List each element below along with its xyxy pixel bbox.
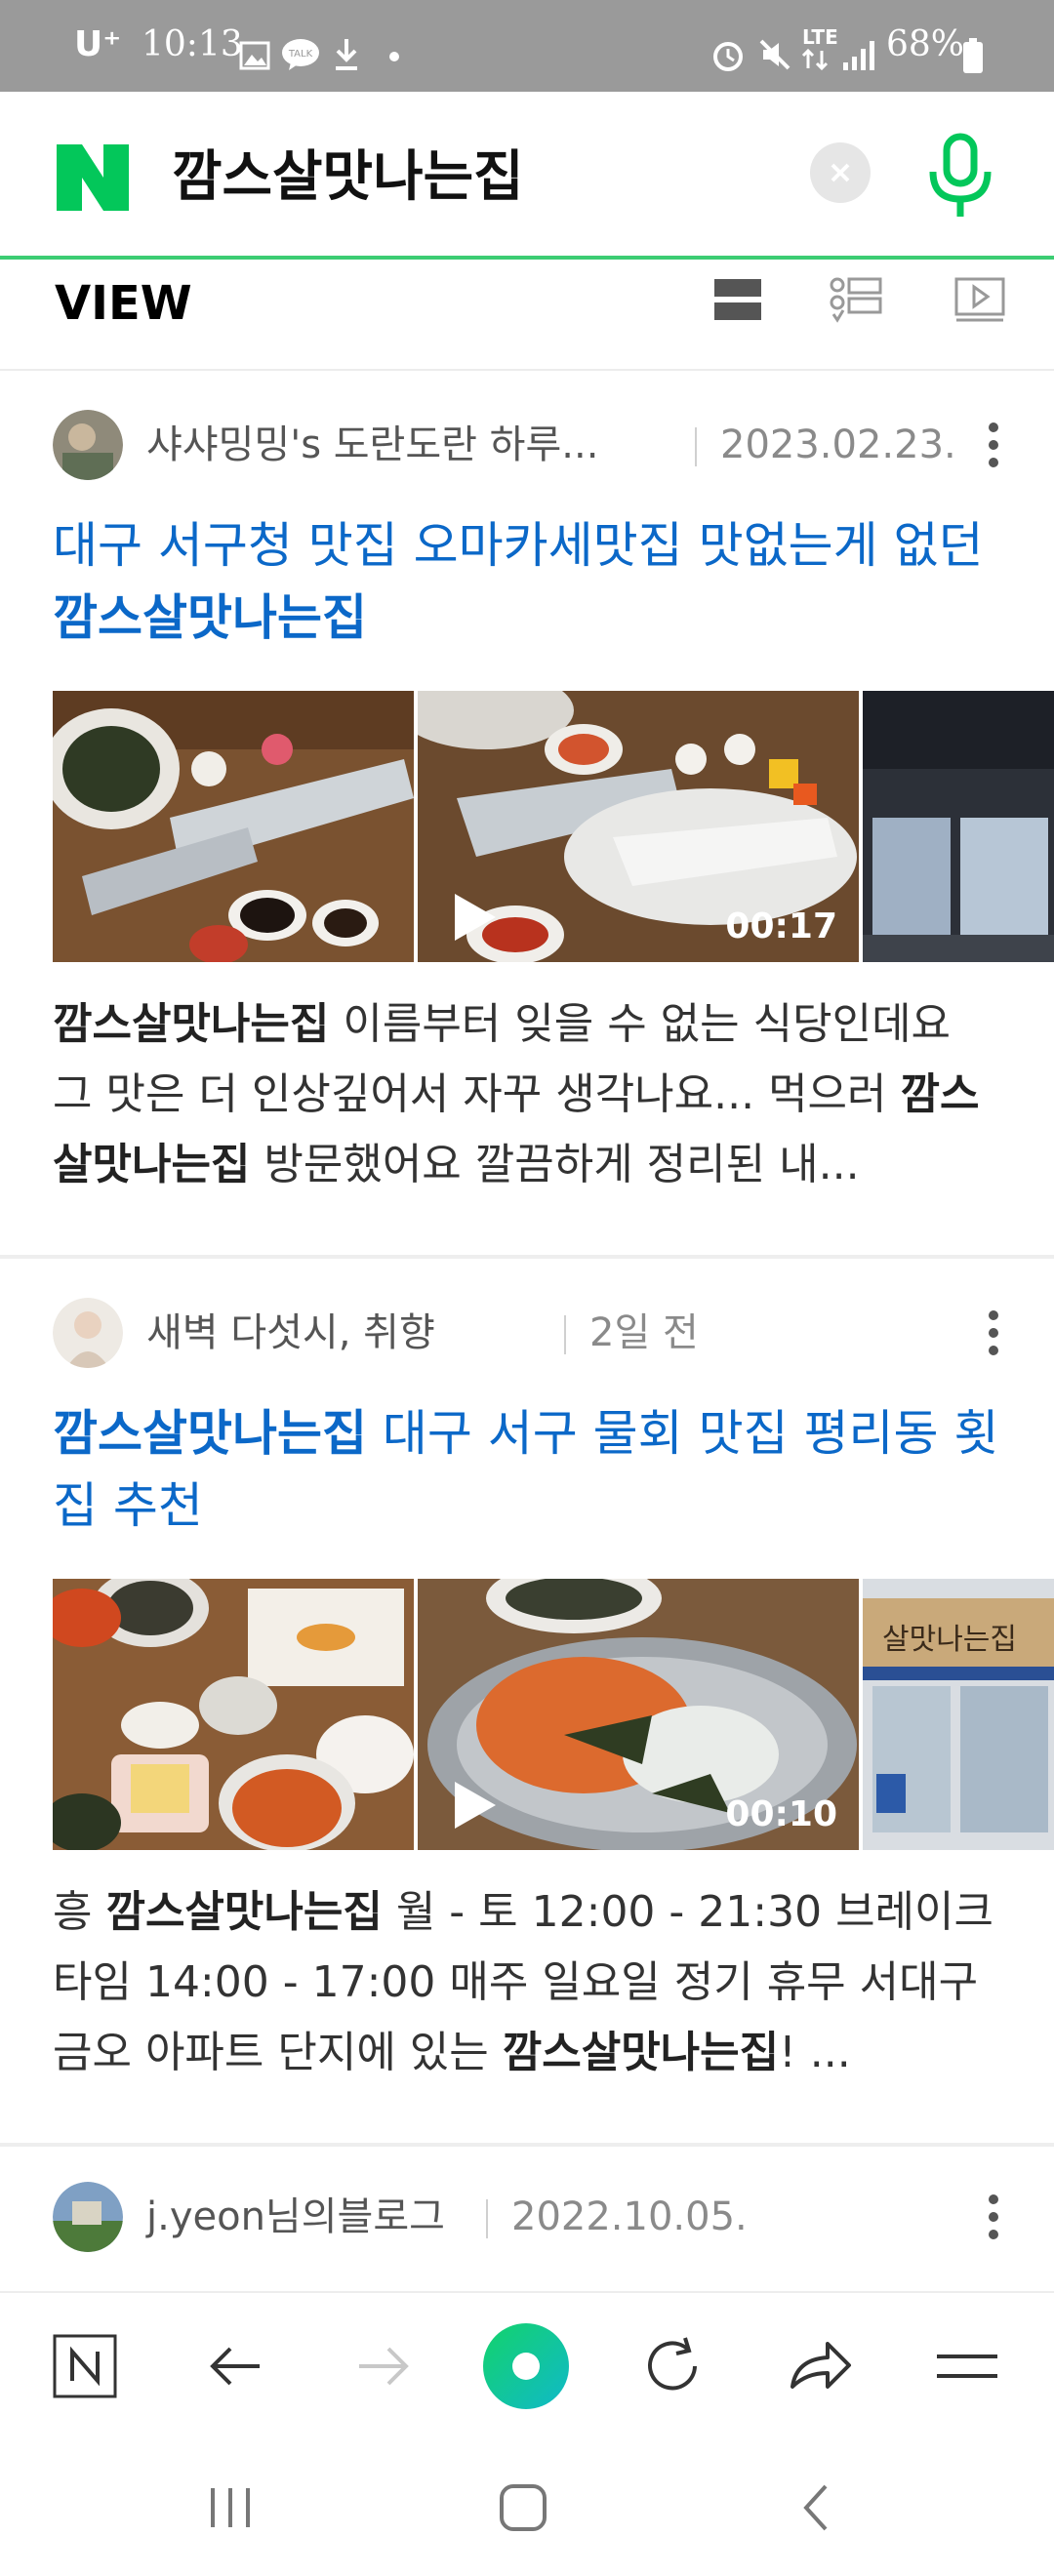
recent-apps-icon[interactable]	[201, 2478, 260, 2537]
search-input[interactable]: 깜스살맛나는집	[172, 141, 524, 215]
svg-text:TALK: TALK	[288, 49, 313, 60]
refresh-icon[interactable]	[636, 2330, 709, 2402]
mute-icon	[759, 39, 790, 70]
post-title-link[interactable]: 깜스살맛나는집 대구 서구 물회 맛집 평리동 횟집 추천	[53, 1397, 1009, 1542]
post-date: 2일 전	[589, 1310, 699, 1355]
post-date: 2022.10.05.	[511, 2194, 748, 2239]
n-home-icon[interactable]	[49, 2330, 121, 2402]
browser-toolbar	[0, 2291, 1054, 2439]
share-icon[interactable]	[783, 2330, 855, 2402]
clear-search-button[interactable]	[810, 142, 871, 203]
post-title-keyword: 깜스살맛나는집	[53, 1405, 367, 1462]
video-thumbnail[interactable]: 00:17	[418, 691, 859, 962]
video-duration: 00:10	[725, 1794, 837, 1834]
avatar[interactable]	[53, 410, 123, 480]
more-options-icon[interactable]	[988, 2194, 999, 2240]
clock: 10:13	[142, 24, 243, 64]
notification-dot-icon	[389, 52, 399, 61]
more-options-icon[interactable]	[988, 422, 999, 468]
thumbnail-image[interactable]: 살맛나는집	[863, 1579, 1054, 1850]
post-card[interactable]: 새벽 다섯시, 취향 2일 전 깜스살맛나는집 대구 서구 물회 맛집 평리동 …	[0, 1259, 1054, 2143]
post-title-text: 대구 서구청 맛집 오마카세맛집 맛없는게 없던	[53, 517, 984, 574]
system-navigation-bar	[0, 2437, 1054, 2576]
signal-icon	[843, 41, 874, 70]
meta-divider	[486, 2199, 488, 2238]
search-header: 깜스살맛나는집	[0, 92, 1054, 260]
voice-search-mic-icon[interactable]	[921, 133, 999, 221]
back-nav-icon[interactable]	[789, 2478, 847, 2537]
card-view-icon[interactable]	[709, 269, 767, 330]
battery-icon	[963, 38, 983, 73]
menu-icon[interactable]	[931, 2330, 1003, 2402]
avatar[interactable]	[53, 2182, 123, 2252]
alarm-icon	[713, 42, 743, 71]
home-nav-icon[interactable]	[494, 2478, 552, 2537]
list-view-icon[interactable]	[826, 269, 884, 330]
thumbnail-image[interactable]	[53, 691, 414, 962]
play-icon[interactable]	[445, 890, 500, 945]
post-card[interactable]: 샤샤밍밍's 도란도란 하루... 2023.02.23. 대구 서구청 맛집 …	[0, 371, 1054, 1255]
meta-divider	[695, 427, 697, 466]
back-arrow-icon[interactable]	[201, 2330, 273, 2402]
desc-keyword: 깜스살맛나는집	[53, 999, 330, 1049]
video-duration: 00:17	[725, 906, 837, 946]
more-options-icon[interactable]	[988, 1309, 999, 1356]
post-description: 흥 깜스살맛나는집 월 - 토 12:00 - 21:30 브레이크 타임 14…	[53, 1877, 999, 2088]
battery-percent: 68%	[886, 24, 965, 64]
data-arrows-icon	[801, 49, 829, 70]
desc-text: 방문했어요 깔끔하게 정리된 내...	[250, 1140, 860, 1189]
thumbnail-image[interactable]	[53, 1579, 414, 1850]
kakaotalk-icon: TALK	[282, 39, 319, 70]
desc-keyword: 깜스살맛나는집	[105, 1887, 383, 1937]
image-strip[interactable]: 00:10 살맛나는집	[53, 1579, 1054, 1850]
post-date: 2023.02.23.	[720, 423, 956, 467]
post-title-keyword: 깜스살맛나는집	[53, 589, 367, 646]
video-view-icon[interactable]	[951, 269, 1009, 330]
meta-divider	[564, 1315, 566, 1354]
green-dot-icon[interactable]	[482, 2322, 570, 2410]
svg-text:살맛나는집: 살맛나는집	[882, 1623, 1017, 1657]
video-thumbnail[interactable]: 00:10	[418, 1579, 859, 1850]
author-name[interactable]: 샤샤밍밍's 도란도란 하루...	[146, 418, 598, 472]
view-tab-row: VIEW	[0, 260, 1054, 371]
network-type: LTE	[802, 25, 838, 49]
avatar[interactable]	[53, 1298, 123, 1368]
gallery-icon	[239, 41, 270, 70]
thumbnail-image[interactable]	[863, 691, 1054, 962]
view-section-title: VIEW	[55, 276, 192, 331]
naver-logo-icon[interactable]	[57, 144, 129, 211]
post-title-link[interactable]: 대구 서구청 맛집 오마카세맛집 맛없는게 없던 깜스살맛나는집	[53, 509, 1009, 654]
author-name[interactable]: 새벽 다섯시, 취향	[146, 1306, 435, 1360]
desc-text: 흥	[53, 1887, 106, 1937]
carrier-label: U⁺	[74, 24, 122, 64]
status-bar: U⁺ 10:13 TALK LTE 68%	[0, 0, 1054, 92]
download-icon	[336, 39, 357, 70]
author-name[interactable]: j.yeon님의블로그	[146, 2190, 445, 2244]
play-icon[interactable]	[445, 1778, 500, 1832]
post-description: 깜스살맛나는집 이름부터 잊을 수 없는 식당인데요 그 맛은 더 인상깊어서 …	[53, 989, 999, 1200]
post-card[interactable]: j.yeon님의블로그 2022.10.05.	[0, 2147, 1054, 2291]
close-icon	[831, 163, 850, 182]
image-strip[interactable]: 00:17	[53, 691, 1054, 962]
desc-text: ! ...	[779, 2028, 851, 2077]
forward-arrow-icon[interactable]	[345, 2330, 418, 2402]
desc-keyword: 깜스살맛나는집	[502, 2028, 780, 2077]
